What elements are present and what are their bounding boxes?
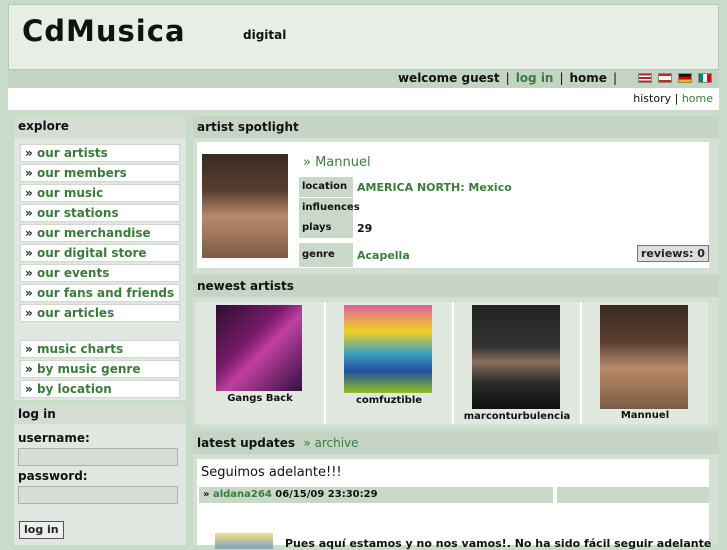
flag-us-icon[interactable] bbox=[638, 73, 652, 83]
marker: » bbox=[25, 286, 33, 300]
sidebar-item-stations[interactable]: » our stations bbox=[20, 204, 180, 222]
updates-title: latest updates bbox=[197, 436, 295, 450]
login-form: username: password: log in bbox=[14, 424, 186, 545]
artist-name[interactable]: Mannuel bbox=[582, 410, 708, 421]
post-title[interactable]: Seguimos adelante!!! bbox=[201, 465, 342, 480]
sidebar-item-music-charts[interactable]: » music charts bbox=[20, 340, 180, 358]
sidebar-item-artists[interactable]: » our artists bbox=[20, 144, 180, 162]
sidebar-item-label: our events bbox=[36, 266, 110, 280]
password-field[interactable] bbox=[18, 486, 178, 504]
sidebar-item-genre[interactable]: » by music genre bbox=[20, 360, 180, 378]
marker: » bbox=[25, 342, 33, 356]
marker: » bbox=[25, 146, 33, 160]
sidebar-item-label: our articles bbox=[36, 306, 115, 320]
newest-title: newest artists bbox=[193, 275, 719, 297]
sidebar-item-label: by music genre bbox=[36, 362, 141, 376]
sidebar-item-label: our members bbox=[36, 166, 127, 180]
row-key: influences bbox=[299, 198, 360, 218]
artist-card[interactable]: Gangs Back bbox=[196, 302, 326, 424]
explore-menu: » our artists » our members » our music … bbox=[14, 138, 186, 400]
artist-name[interactable]: Gangs Back bbox=[196, 393, 324, 404]
sidebar-item-fans[interactable]: » our fans and friends bbox=[20, 284, 180, 302]
marker: » bbox=[25, 362, 33, 376]
sidebar-item-label: our artists bbox=[36, 146, 108, 160]
sidebar-item-music[interactable]: » our music bbox=[20, 184, 180, 202]
post-author[interactable]: aldana264 bbox=[213, 489, 272, 500]
artist-card[interactable]: comfuztible bbox=[326, 302, 454, 424]
row-value[interactable]: AMERICA NORTH: Mexico bbox=[357, 181, 512, 194]
home-link[interactable]: home bbox=[570, 71, 607, 85]
explore-title: explore bbox=[14, 116, 186, 138]
updates-panel: Seguimos adelante!!! » aldana264 06/15/0… bbox=[193, 455, 719, 550]
artist-thumbnail[interactable] bbox=[216, 305, 302, 391]
artist-name[interactable]: marconturbulencia bbox=[454, 411, 580, 422]
marker: » bbox=[25, 166, 33, 180]
username-field[interactable] bbox=[18, 448, 178, 466]
post-meta-extra bbox=[557, 487, 709, 503]
marker: » bbox=[25, 246, 33, 260]
updates-header: latest updates » archive bbox=[193, 432, 719, 454]
sidebar-item-label: our stations bbox=[36, 206, 119, 220]
spotlight-panel: » Mannuel location AMERICA NORTH: Mexico… bbox=[193, 138, 719, 274]
history-link[interactable]: history bbox=[633, 92, 671, 105]
flag-mx-icon[interactable] bbox=[698, 73, 712, 83]
welcome-text: welcome guest bbox=[397, 71, 500, 85]
sidebar-item-label: our fans and friends bbox=[36, 286, 175, 300]
marker: » bbox=[25, 186, 33, 200]
sidebar-item-label: music charts bbox=[36, 342, 124, 356]
marker: » bbox=[25, 226, 33, 240]
row-key: plays bbox=[299, 218, 353, 238]
post-thumbnail[interactable] bbox=[215, 533, 273, 549]
archive-link[interactable]: » archive bbox=[303, 436, 358, 450]
marker: » bbox=[203, 489, 210, 500]
site-tagline: digital bbox=[243, 28, 287, 42]
sidebar-item-members[interactable]: » our members bbox=[20, 164, 180, 182]
password-label: password: bbox=[18, 469, 88, 483]
spotlight-artist-name[interactable]: » Mannuel bbox=[303, 155, 371, 170]
artist-card[interactable]: Mannuel bbox=[582, 302, 708, 424]
top-nav: welcome guest | log in | home | bbox=[8, 70, 719, 88]
artist-name[interactable]: comfuztible bbox=[326, 395, 452, 406]
sidebar-item-digital-store[interactable]: » our digital store bbox=[20, 244, 180, 262]
sidebar-item-articles[interactable]: » our articles bbox=[20, 304, 180, 322]
marker: » bbox=[25, 206, 33, 220]
sidebar-item-label: our digital store bbox=[36, 246, 147, 260]
login-title: log in bbox=[14, 404, 186, 426]
site-logo[interactable]: CdMusica bbox=[22, 14, 186, 48]
sidebar-item-label: our music bbox=[36, 186, 104, 200]
row-key: location bbox=[299, 177, 353, 197]
newest-artists-panel: Gangs Back comfuztible marconturbulencia… bbox=[193, 297, 719, 427]
sidebar-item-label: our merchandise bbox=[36, 226, 151, 240]
login-button[interactable]: log in bbox=[19, 521, 64, 539]
sidebar-item-merchandise[interactable]: » our merchandise bbox=[20, 224, 180, 242]
artist-card[interactable]: marconturbulencia bbox=[454, 302, 582, 424]
spotlight-title: artist spotlight bbox=[193, 116, 719, 138]
post-meta: » aldana264 06/15/09 23:30:29 bbox=[199, 487, 553, 503]
marker: » bbox=[25, 266, 33, 280]
flag-de-icon[interactable] bbox=[678, 73, 692, 83]
row-key: genre bbox=[299, 243, 353, 267]
subnav-home-link[interactable]: home bbox=[682, 92, 713, 105]
artist-photo[interactable] bbox=[202, 154, 288, 258]
artist-thumbnail[interactable] bbox=[472, 305, 560, 409]
sidebar-item-location[interactable]: » by location bbox=[20, 380, 180, 398]
post-date: 06/15/09 23:30:29 bbox=[275, 489, 378, 500]
row-value: 29 bbox=[357, 222, 373, 235]
reviews-button[interactable]: reviews: 0 bbox=[637, 245, 709, 262]
username-label: username: bbox=[18, 431, 90, 445]
sidebar-item-label: by location bbox=[36, 382, 112, 396]
post-body: Pues aquí estamos y no nos vamos!. No ha… bbox=[285, 537, 712, 550]
artist-thumbnail[interactable] bbox=[600, 305, 688, 409]
marker: » bbox=[25, 306, 33, 320]
sub-nav: history | home bbox=[8, 88, 719, 110]
marker: » bbox=[25, 382, 33, 396]
login-link[interactable]: log in bbox=[516, 71, 554, 85]
artist-thumbnail[interactable] bbox=[344, 305, 432, 393]
sidebar-item-events[interactable]: » our events bbox=[20, 264, 180, 282]
row-value[interactable]: Acapella bbox=[357, 249, 410, 262]
flag-uk-icon[interactable] bbox=[658, 73, 672, 83]
